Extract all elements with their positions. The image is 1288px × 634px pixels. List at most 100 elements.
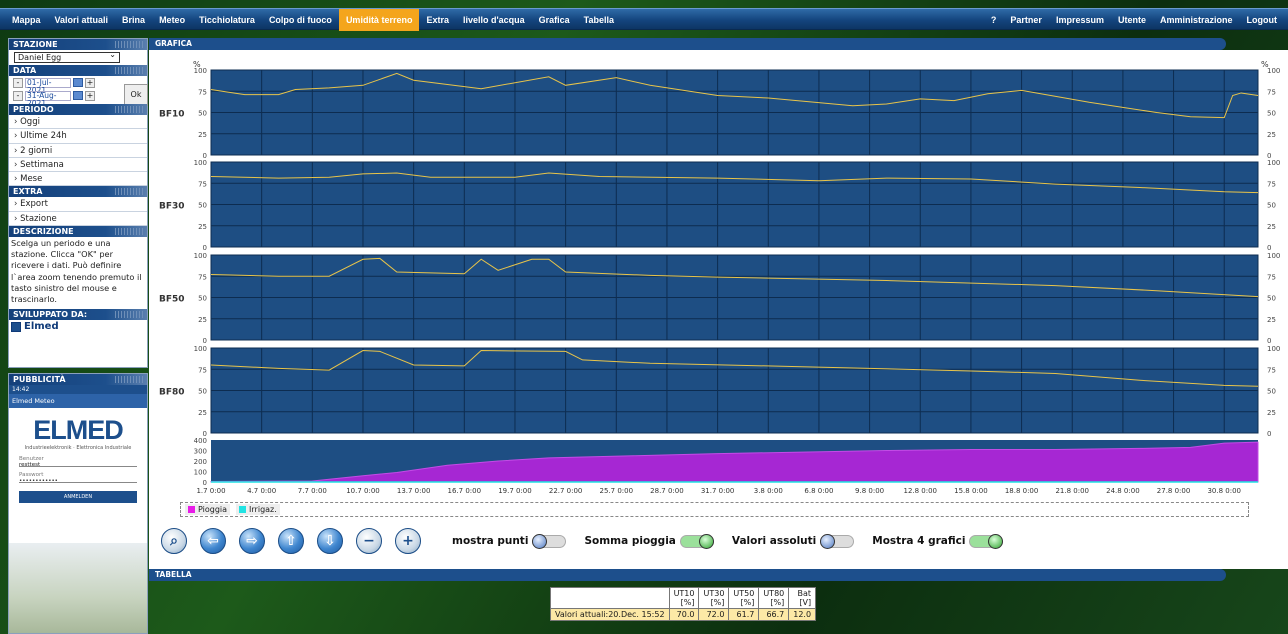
y-tick-label: 25 (1267, 131, 1276, 139)
date-to-plus-button[interactable]: + (85, 90, 95, 101)
date-to-minus-button[interactable]: - (13, 90, 23, 101)
sidebar: STAZIONE Daniel Egg DATA - 01-Jul-2021 +… (8, 38, 148, 368)
nav-item[interactable]: Meteo (152, 9, 192, 31)
nav-item[interactable]: Utente (1111, 9, 1153, 31)
series-label: BF10 (159, 110, 185, 120)
nav-item[interactable]: Grafica (532, 9, 577, 31)
date-from-minus-button[interactable]: - (13, 77, 23, 88)
nav-item[interactable]: Logout (1240, 9, 1285, 31)
elmed-logo-icon (11, 321, 21, 332)
toggle-group[interactable]: Mostra 4 grafici (872, 533, 1004, 549)
date-to-field[interactable]: 31-Aug-2021 (25, 90, 71, 107)
nav-item[interactable]: Colpo di fuoco (262, 9, 339, 31)
nav-item[interactable]: Brina (115, 9, 152, 31)
header-unit: [%] (680, 598, 695, 607)
periodo-item[interactable]: Ultime 24h (9, 129, 147, 144)
top-navigation-bar: Mappa Valori attuali Brina Meteo Ticchiolatu… (0, 8, 1288, 31)
developer-logo[interactable]: Elmed (9, 320, 147, 333)
y-tick-label: 75 (1267, 366, 1276, 374)
y-tick-label: 50 (1267, 202, 1276, 210)
header-name: UT10 (673, 589, 695, 598)
toggle-switch[interactable] (679, 533, 714, 549)
y-tick-label: 50 (1267, 110, 1276, 118)
table-header: UT10 [%] (668, 587, 700, 609)
description-text: Scelga un periodo e una stazione. Clicca… (11, 238, 142, 305)
x-tick-label: 27.8 0:00 (1157, 487, 1191, 495)
advertisement-panel[interactable]: PUBBLICITÀ 14:42 Elmed Meteo ELMED Indus… (8, 373, 148, 634)
y-tick-label: 50 (1267, 295, 1276, 303)
tabella-section-header: TABELLA (149, 569, 1226, 581)
x-tick-label: 10.7 0:00 (346, 487, 380, 495)
extra-item[interactable]: Export (9, 197, 147, 212)
pan-right-icon[interactable]: ⇨ (239, 528, 265, 554)
zoom-out-icon[interactable]: − (356, 528, 382, 554)
pan-up-icon[interactable]: ⇧ (278, 528, 304, 554)
header-unit: [%] (710, 598, 725, 607)
y-tick-label: 100 (194, 159, 207, 167)
extra-item[interactable]: Stazione (9, 212, 147, 227)
nav-item[interactable]: Valori attuali (48, 9, 116, 31)
current-values-table: UT10 [%] UT30 [%] UT50 [%] UT80 [%] Bat [V] Valor… (550, 587, 817, 621)
toggle-switch[interactable] (532, 533, 567, 549)
toggle-label: Mostra 4 grafici (872, 535, 966, 547)
zoom-in-icon[interactable]: + (395, 528, 421, 554)
nav-item[interactable]: Partner (1003, 9, 1049, 31)
nav-item[interactable]: Ticchiolatura (192, 9, 262, 31)
y-tick-label: 0 (1267, 244, 1271, 252)
y-tick-label: 25 (1267, 223, 1276, 231)
toggle-knob (988, 533, 1004, 549)
nav-item[interactable]: Extra (419, 9, 456, 31)
nav-item[interactable]: Tabella (577, 9, 621, 31)
pan-left-icon[interactable]: ⇦ (200, 528, 226, 554)
toggle-switch[interactable] (820, 533, 855, 549)
nav-item[interactable]: Mappa (5, 9, 48, 31)
y-tick-label: 200 (194, 458, 207, 466)
nav-item[interactable]: livello d'acqua (456, 9, 532, 31)
x-tick-label: 31.7 0:00 (701, 487, 735, 495)
y-tick-label: 100 (1267, 67, 1280, 75)
periodo-item[interactable]: Mese (9, 172, 147, 187)
series-label: BF80 (159, 388, 185, 398)
y-tick-label: 0 (203, 479, 207, 487)
sidebar-heading-stazione: STAZIONE (9, 39, 147, 50)
calendar-icon[interactable] (73, 91, 83, 100)
x-tick-label: 13.7 0:00 (397, 487, 431, 495)
developer-name: Elmed (24, 321, 59, 333)
nav-item[interactable]: Umidità terreno (338, 9, 420, 31)
toggle-group[interactable]: Valori assoluti (732, 533, 855, 549)
pan-down-icon[interactable]: ⇩ (317, 528, 343, 554)
zoom-reset-icon[interactable]: ⌕ (161, 528, 187, 554)
x-tick-label: 7.7 0:00 (298, 487, 327, 495)
nav-item[interactable]: Amministrazione (1153, 9, 1240, 31)
y-tick-label: 75 (1267, 180, 1276, 188)
grafica-section-header: GRAFICA (149, 38, 1226, 50)
nav-item[interactable]: Impressum (1049, 9, 1111, 31)
periodo-item[interactable]: Settimana (9, 158, 147, 173)
station-select[interactable]: Daniel Egg (14, 50, 120, 63)
periodo-item[interactable]: Oggi (9, 115, 147, 130)
series-label: BF30 (159, 202, 185, 212)
y-tick-label: 75 (1267, 88, 1276, 96)
ad-phone-statusbar: 14:42 (9, 385, 147, 394)
toggle-group[interactable]: mostra punti (452, 533, 567, 549)
legend-item[interactable]: Irrigaz. (236, 504, 280, 515)
legend-item[interactable]: Pioggia (185, 504, 231, 515)
y-tick-label: 25 (198, 223, 207, 231)
y-tick-label: 75 (198, 273, 207, 281)
y-tick-label: 0 (1267, 430, 1271, 438)
y-tick-label: 100 (1267, 345, 1280, 353)
header-name: UT80 (763, 589, 785, 598)
date-from-plus-button[interactable]: + (85, 77, 95, 88)
sidebar-heading-data: DATA (9, 65, 147, 76)
calendar-icon[interactable] (73, 78, 83, 87)
soil-moisture-chart[interactable]: % %0 025 2550 5075 75100 100BF100 025 2550 5075 75… (149, 50, 1288, 500)
toggle-switch[interactable] (969, 533, 1004, 549)
periodo-item[interactable]: 2 giorni (9, 144, 147, 158)
x-tick-label: 19.7 0:00 (498, 487, 532, 495)
date-from-field[interactable]: 01-Jul-2021 (25, 77, 71, 94)
help-link[interactable]: ? (984, 9, 1004, 31)
toggle-group[interactable]: Somma pioggia (584, 533, 714, 549)
ok-button[interactable]: Ok (124, 84, 148, 106)
extra-list: ExportStazione (9, 197, 147, 227)
legend-label: Pioggia (198, 505, 228, 514)
